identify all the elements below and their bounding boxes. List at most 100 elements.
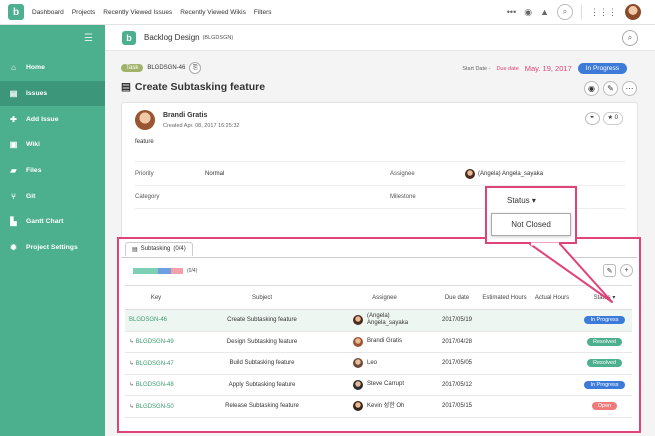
avatar	[353, 401, 363, 412]
table-row[interactable]: ↳ BLGDSGN-48 Apply Subtasking feature Stev…	[125, 374, 632, 396]
subtasking-panel: ▤ Subtasking (0/4) (0/4) ✎ + Key Subject…	[117, 237, 641, 433]
top-right-tools: ••• ◉ ▲ ⌕ ⋮⋮⋮	[507, 4, 641, 20]
wiki-icon: ▣	[9, 140, 18, 150]
plus-icon: ✚	[10, 114, 17, 124]
child-arrow-icon: ↳	[129, 339, 136, 346]
edit-subtasks-icon[interactable]: ✎	[603, 264, 616, 277]
subtask-subject[interactable]: Release Subtasking feature	[225, 403, 299, 409]
star-button[interactable]: ★ 0	[602, 112, 623, 125]
add-subtask-icon[interactable]: +	[620, 264, 633, 277]
status-filter-header[interactable]: Status ▾	[507, 196, 536, 205]
sidebar: ☰ ⌂ Home ▤ Issues ✚ Add Issue ▣ Wiki ▰ Files …	[0, 25, 105, 436]
subtask-subject[interactable]: Design Subtasking feature	[227, 339, 297, 345]
author-avatar	[135, 110, 155, 130]
apps-icon[interactable]: ⋮⋮⋮	[590, 7, 617, 18]
subtask-status-badge: Open	[591, 402, 618, 411]
sidebar-item-issues[interactable]: ▤ Issues	[0, 80, 105, 107]
gear-icon: ✹	[10, 243, 17, 253]
project-name[interactable]: Backlog Design	[144, 33, 200, 42]
subtask-subject[interactable]: Apply Subtasking feature	[229, 382, 296, 388]
table-row[interactable]: ↳ BLGDSGN-49 Design Subtasking feature Bra…	[125, 331, 632, 353]
col-key[interactable]: Key	[125, 285, 187, 310]
tab-subtasking[interactable]: ▤ Subtasking (0/4)	[125, 242, 193, 256]
col-assignee[interactable]: Assignee	[337, 285, 432, 310]
status-filter-popup: Status ▾ Not Closed	[485, 186, 577, 244]
col-subject[interactable]: Subject	[187, 285, 337, 310]
watch-issue-icon[interactable]: ◉	[584, 81, 599, 96]
tab-label: Subtasking	[140, 246, 171, 252]
search-icon[interactable]: ⌕	[557, 4, 573, 20]
sidebar-item-git[interactable]: ⑂ Git	[0, 183, 105, 209]
sidebar-item-add-issue[interactable]: ✚ Add Issue	[0, 106, 105, 132]
more-actions-icon[interactable]: ⋯	[622, 81, 637, 96]
subtask-actual-hours	[527, 331, 577, 353]
divider	[121, 257, 637, 258]
sidebar-item-label: Gantt Chart	[26, 218, 64, 226]
project-search-icon[interactable]: ⌕	[622, 30, 638, 46]
child-arrow-icon: ↳	[129, 360, 136, 367]
sidebar-item-home[interactable]: ⌂ Home	[0, 55, 105, 81]
subtask-status-badge: Resolved	[587, 337, 622, 346]
status-filter-option[interactable]: Not Closed	[491, 213, 571, 236]
tab-count: (0/4)	[173, 246, 186, 252]
issue-description: feature	[135, 139, 154, 145]
backlog-logo[interactable]: b	[8, 4, 24, 20]
hamburger-icon[interactable]: ☰	[84, 33, 93, 44]
subtask-key[interactable]: BLGDSGN-47	[136, 361, 174, 367]
subtask-subject[interactable]: Build Subtasking feature	[229, 360, 294, 366]
sidebar-item-gantt-chart[interactable]: ▙ Gantt Chart	[0, 209, 105, 235]
created-date: Created Apr. 08, 2017 16:25:32	[163, 123, 240, 129]
avatar	[353, 358, 363, 369]
subtask-assignee: Leo	[367, 359, 378, 366]
start-date-label: Start Date -	[462, 65, 491, 72]
avatar	[353, 336, 363, 347]
copy-icon[interactable]: ⎘	[189, 62, 202, 74]
subtask-due-date: 2017/05/05	[441, 360, 473, 367]
table-row[interactable]: ↳ BLGDSGN-50 Release Subtasking feature Ke…	[125, 395, 632, 418]
sidebar-item-project-settings[interactable]: ✹ Project Settings	[0, 235, 105, 261]
subtask-due-date: 2017/05/15	[441, 403, 473, 410]
sidebar-item-label: Wiki	[26, 141, 40, 149]
progress-segment	[133, 268, 158, 274]
nav-recent-issues[interactable]: Recently Viewed Issues	[103, 9, 172, 16]
sidebar-item-files[interactable]: ▰ Files	[0, 158, 105, 184]
edit-icon[interactable]: ✎	[603, 81, 618, 96]
subtask-key[interactable]: BLGDSGN-48	[136, 382, 174, 388]
watch-icon[interactable]: ◉	[524, 7, 532, 18]
subtask-assignee: Kevin 성한 Oh	[367, 402, 405, 409]
bell-icon[interactable]: ▲	[540, 7, 549, 17]
subtask-status-badge: In Progress	[584, 380, 625, 389]
subtask-key[interactable]: BLGDSGN-49	[136, 339, 174, 345]
subtask-actual-hours	[527, 352, 577, 375]
col-status[interactable]: Status ▾	[577, 285, 632, 310]
issue-meta: Task BLGDSGN-46 ⎘	[121, 62, 202, 74]
nav-dashboard[interactable]: Dashboard	[32, 9, 64, 16]
subtask-estimated-hours	[482, 374, 527, 396]
subtask-key[interactable]: BLGDSGN-46	[129, 317, 167, 323]
priority-label: Priority	[135, 170, 154, 177]
subtask-assignee: Brandi Gratis	[367, 338, 403, 345]
issue-title-text: Create Subtasking feature	[134, 81, 266, 93]
quote-icon[interactable]: ❞	[584, 112, 600, 125]
table-row[interactable]: ↳ BLGDSGN-47 Build Subtasking feature Leo 2…	[125, 352, 632, 375]
col-estimated-hours[interactable]: Estimated Hours	[482, 285, 527, 310]
table-row[interactable]: BLGDSGN-46 Create Subtasking feature (Ange…	[125, 309, 632, 332]
subtask-subject[interactable]: Create Subtasking feature	[227, 317, 297, 323]
nav-projects[interactable]: Projects	[72, 9, 95, 16]
col-due-date[interactable]: Due date	[432, 285, 482, 310]
subtask-estimated-hours	[482, 395, 527, 418]
author-name[interactable]: Brandi Gratis	[163, 112, 207, 119]
issue-type-badge: Task	[121, 64, 144, 72]
subtask-icon: ▤	[132, 247, 138, 253]
subtask-key[interactable]: BLGDSGN-50	[136, 404, 174, 410]
avatar[interactable]	[625, 4, 641, 20]
status-badge: In Progress	[577, 63, 627, 74]
nav-recent-wikis[interactable]: Recently Viewed Wikis	[180, 9, 246, 16]
more-icon[interactable]: •••	[507, 7, 516, 17]
subtask-estimated-hours	[482, 309, 527, 332]
subtask-estimated-hours	[482, 331, 527, 353]
subtask-actual-hours	[527, 309, 577, 332]
sidebar-item-wiki[interactable]: ▣ Wiki	[0, 132, 105, 158]
nav-filters[interactable]: Filters	[254, 9, 272, 16]
col-actual-hours[interactable]: Actual Hours	[527, 285, 577, 310]
